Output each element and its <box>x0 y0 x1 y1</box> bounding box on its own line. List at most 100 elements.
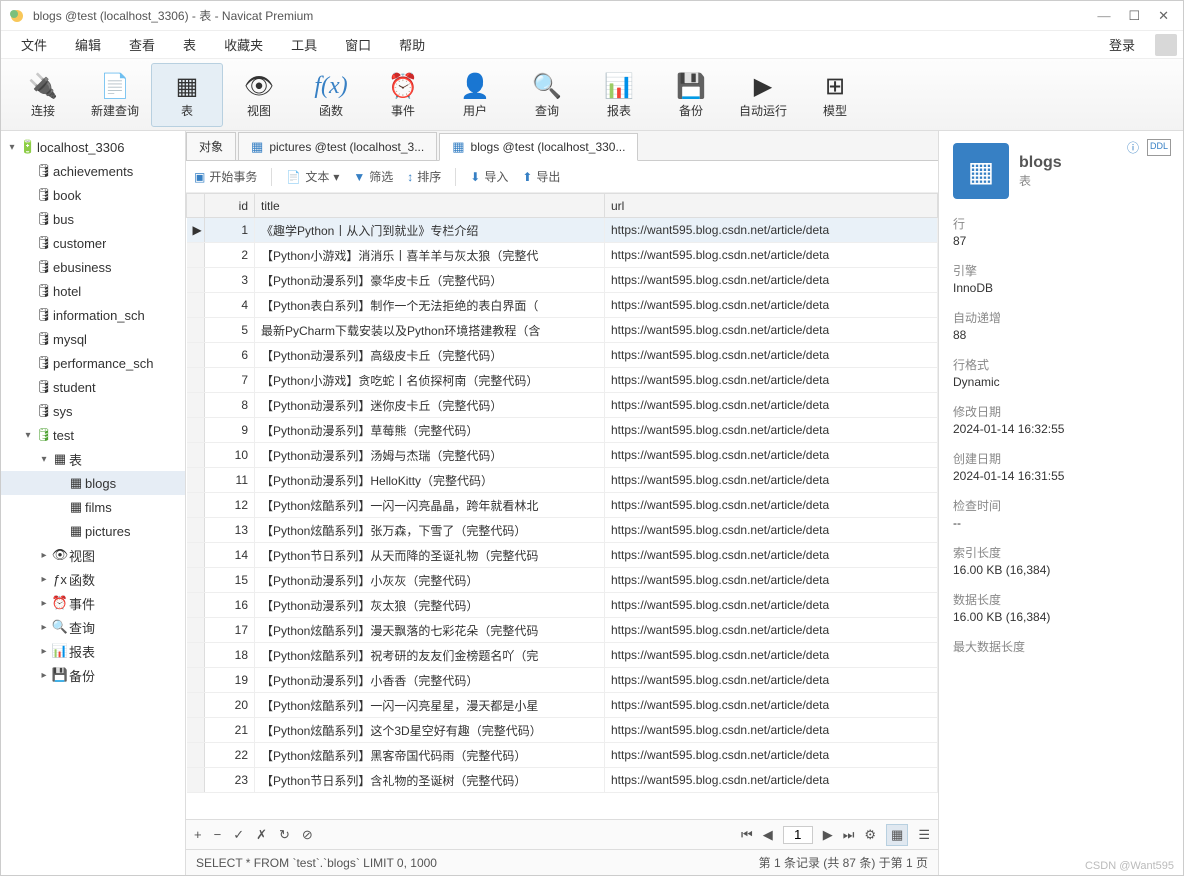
minimize-button[interactable]: — <box>1097 8 1110 24</box>
last-page-button[interactable]: ⏭ <box>843 827 855 843</box>
tree-表[interactable]: ▾▦表 <box>1 447 185 471</box>
data-grid[interactable]: idtitleurl▶1《趣学Python丨从入门到就业》专栏介绍https:/… <box>186 193 938 819</box>
tree-sys[interactable]: 🛢sys <box>1 399 185 423</box>
tree-pictures[interactable]: ▦pictures <box>1 519 185 543</box>
tree-localhost_3306[interactable]: ▾🔋localhost_3306 <box>1 135 185 159</box>
tab-pictures[interactable]: ▦pictures @test (localhost_3... <box>238 132 437 160</box>
tree-事件[interactable]: ▸⏰事件 <box>1 591 185 615</box>
toolbar-备份[interactable]: 💾备份 <box>655 63 727 127</box>
table-row[interactable]: 12【Python炫酷系列】一闪一闪亮晶晶，跨年就看林北https://want… <box>187 493 938 518</box>
text-button[interactable]: 📄文本 ▾ <box>286 168 339 185</box>
col-id[interactable]: id <box>205 194 255 218</box>
table-row[interactable]: 18【Python炫酷系列】祝考研的友友们金榜题名吖（完https://want… <box>187 643 938 668</box>
add-row-button[interactable]: + <box>194 827 202 842</box>
filter-button[interactable]: ▼筛选 <box>353 168 393 185</box>
toolbar-模型[interactable]: ⊞模型 <box>799 63 871 127</box>
import-button[interactable]: ⬇导入 <box>470 168 508 185</box>
form-view-button[interactable]: ☰ <box>918 827 930 843</box>
table-row[interactable]: 20【Python炫酷系列】一闪一闪亮星星，漫天都是小星https://want… <box>187 693 938 718</box>
prev-page-button[interactable]: ◀ <box>763 827 773 843</box>
tree-films[interactable]: ▦films <box>1 495 185 519</box>
table-row[interactable]: 15【Python动漫系列】小灰灰（完整代码）https://want595.b… <box>187 568 938 593</box>
page-input[interactable] <box>783 826 813 844</box>
tree-student[interactable]: 🛢student <box>1 375 185 399</box>
tree-报表[interactable]: ▸📊报表 <box>1 639 185 663</box>
table-row[interactable]: 10【Python动漫系列】汤姆与杰瑞（完整代码）https://want595… <box>187 443 938 468</box>
sidebar[interactable]: ▾🔋localhost_3306🛢achievements🛢book🛢bus🛢c… <box>1 131 186 875</box>
toolbar-查询[interactable]: 🔍查询 <box>511 63 583 127</box>
menu-help[interactable]: 帮助 <box>385 32 439 57</box>
menu-file[interactable]: 文件 <box>7 32 61 57</box>
toolbar-表[interactable]: ▦表 <box>151 63 223 127</box>
cancel-button[interactable]: ✗ <box>256 827 267 843</box>
toolbar-函数[interactable]: f(x)函数 <box>295 63 367 127</box>
table-row[interactable]: 11【Python动漫系列】HelloKitty（完整代码）https://wa… <box>187 468 938 493</box>
tab-对象[interactable]: 对象 <box>186 132 236 160</box>
table-row[interactable]: 17【Python炫酷系列】漫天飘落的七彩花朵（完整代码https://want… <box>187 618 938 643</box>
menu-tools[interactable]: 工具 <box>277 32 331 57</box>
menu-window[interactable]: 窗口 <box>331 32 385 57</box>
table-row[interactable]: 5最新PyCharm下载安装以及Python环境搭建教程（含https://wa… <box>187 318 938 343</box>
table-row[interactable]: 8【Python动漫系列】迷你皮卡丘（完整代码）https://want595.… <box>187 393 938 418</box>
tree-achievements[interactable]: 🛢achievements <box>1 159 185 183</box>
tree-performance_sch[interactable]: 🛢performance_sch <box>1 351 185 375</box>
toolbar-新建查询[interactable]: 📄新建查询 <box>79 63 151 127</box>
table-row[interactable]: 19【Python动漫系列】小香香（完整代码）https://want595.b… <box>187 668 938 693</box>
tree-mysql[interactable]: 🛢mysql <box>1 327 185 351</box>
table-row[interactable]: 13【Python炫酷系列】张万森，下雪了（完整代码）https://want5… <box>187 518 938 543</box>
table-row[interactable]: 7【Python小游戏】贪吃蛇丨名侦探柯南（完整代码）https://want5… <box>187 368 938 393</box>
menu-favorites[interactable]: 收藏夹 <box>210 32 277 57</box>
table-row[interactable]: 6【Python动漫系列】高级皮卡丘（完整代码）https://want595.… <box>187 343 938 368</box>
refresh-button[interactable]: ↻ <box>279 827 290 843</box>
menu-edit[interactable]: 编辑 <box>61 32 115 57</box>
tree-book[interactable]: 🛢book <box>1 183 185 207</box>
tree-备份[interactable]: ▸💾备份 <box>1 663 185 687</box>
info-icon[interactable]: ⓘ <box>1127 139 1139 156</box>
apply-button[interactable]: ✓ <box>233 827 244 843</box>
toolbar-报表[interactable]: 📊报表 <box>583 63 655 127</box>
tree-customer[interactable]: 🛢customer <box>1 231 185 255</box>
stop-button[interactable]: ⊘ <box>302 827 313 843</box>
toolbar-事件[interactable]: ⏰事件 <box>367 63 439 127</box>
menu-table[interactable]: 表 <box>169 32 210 57</box>
table-row[interactable]: 2【Python小游戏】消消乐丨喜羊羊与灰太狼（完整代https://want5… <box>187 243 938 268</box>
delete-row-button[interactable]: − <box>214 827 222 842</box>
export-button[interactable]: ⬆导出 <box>522 168 560 185</box>
tree-blogs[interactable]: ▦blogs <box>1 471 185 495</box>
maximize-button[interactable]: ☐ <box>1128 8 1140 24</box>
tree-hotel[interactable]: 🛢hotel <box>1 279 185 303</box>
table-row[interactable]: ▶1《趣学Python丨从入门到就业》专栏介绍https://want595.b… <box>187 218 938 243</box>
tree-information_sch[interactable]: 🛢information_sch <box>1 303 185 327</box>
menu-view[interactable]: 查看 <box>115 32 169 57</box>
grid-view-button[interactable]: ▦ <box>886 824 908 846</box>
avatar[interactable] <box>1155 34 1177 56</box>
tab-blogs[interactable]: ▦blogs @test (localhost_330... <box>439 133 638 161</box>
table-row[interactable]: 22【Python炫酷系列】黑客帝国代码雨（完整代码）https://want5… <box>187 743 938 768</box>
toolbar-连接[interactable]: 🔌连接 <box>7 63 79 127</box>
first-page-button[interactable]: ⏮ <box>741 827 753 843</box>
tree-ebusiness[interactable]: 🛢ebusiness <box>1 255 185 279</box>
col-title[interactable]: title <box>255 194 605 218</box>
tree-test[interactable]: ▾🛢test <box>1 423 185 447</box>
tree-bus[interactable]: 🛢bus <box>1 207 185 231</box>
toolbar-视图[interactable]: 👁视图 <box>223 63 295 127</box>
close-button[interactable]: ✕ <box>1158 8 1169 24</box>
table-row[interactable]: 16【Python动漫系列】灰太狼（完整代码）https://want595.b… <box>187 593 938 618</box>
table-row[interactable]: 21【Python炫酷系列】这个3D星空好有趣（完整代码）https://wan… <box>187 718 938 743</box>
tree-查询[interactable]: ▸🔍查询 <box>1 615 185 639</box>
tree-函数[interactable]: ▸ƒx函数 <box>1 567 185 591</box>
col-url[interactable]: url <box>605 194 938 218</box>
next-page-button[interactable]: ▶ <box>823 827 833 843</box>
login-link[interactable]: 登录 <box>1095 32 1149 57</box>
begin-transaction-button[interactable]: ▣开始事务 <box>194 168 257 185</box>
table-row[interactable]: 3【Python动漫系列】豪华皮卡丘（完整代码）https://want595.… <box>187 268 938 293</box>
sort-button[interactable]: ↕排序 <box>407 168 441 185</box>
toolbar-自动运行[interactable]: ▶自动运行 <box>727 63 799 127</box>
table-row[interactable]: 4【Python表白系列】制作一个无法拒绝的表白界面（https://want5… <box>187 293 938 318</box>
ddl-icon[interactable]: DDL <box>1147 139 1171 156</box>
table-row[interactable]: 23【Python节日系列】含礼物的圣诞树（完整代码）https://want5… <box>187 768 938 793</box>
toolbar-用户[interactable]: 👤用户 <box>439 63 511 127</box>
table-row[interactable]: 14【Python节日系列】从天而降的圣诞礼物（完整代码https://want… <box>187 543 938 568</box>
tree-视图[interactable]: ▸👁视图 <box>1 543 185 567</box>
settings-icon[interactable]: ⚙ <box>864 827 876 843</box>
